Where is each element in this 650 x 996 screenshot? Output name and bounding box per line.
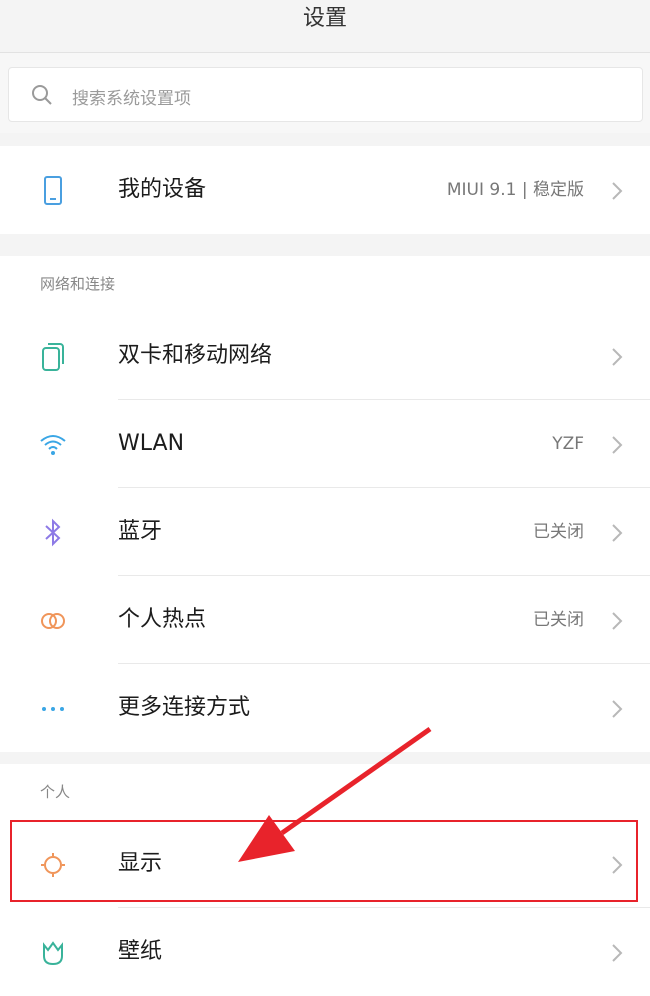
bluetooth-item[interactable]: 蓝牙 已关闭 bbox=[0, 488, 650, 576]
hotspot-icon bbox=[41, 613, 65, 629]
personal-section: 个人 显示 壁纸 bbox=[0, 764, 650, 996]
wlan-value: YZF bbox=[552, 434, 584, 454]
chevron-right-icon bbox=[612, 944, 623, 962]
display-brightness-icon bbox=[41, 853, 65, 877]
display-label: 显示 bbox=[118, 851, 163, 876]
wallpaper-label: 壁纸 bbox=[118, 939, 163, 964]
search-icon bbox=[32, 85, 52, 105]
page-title: 设置 bbox=[0, 0, 650, 53]
wlan-item[interactable]: WLAN YZF bbox=[0, 400, 650, 488]
display-item[interactable]: 显示 bbox=[0, 820, 650, 908]
phone-icon bbox=[44, 176, 62, 205]
more-dots-icon bbox=[42, 707, 64, 711]
chevron-right-icon bbox=[612, 612, 623, 630]
wallpaper-item[interactable]: 壁纸 bbox=[0, 908, 650, 996]
chevron-right-icon bbox=[612, 700, 623, 718]
wifi-icon bbox=[40, 435, 66, 455]
personal-section-title: 个人 bbox=[40, 783, 71, 801]
sim-network-label: 双卡和移动网络 bbox=[118, 343, 273, 368]
chevron-right-icon bbox=[612, 524, 623, 542]
chevron-right-icon bbox=[612, 856, 623, 874]
more-connections-item[interactable]: 更多连接方式 bbox=[0, 664, 650, 752]
my-device-value: MIUI 9.1 | 稳定版 bbox=[446, 180, 584, 200]
hotspot-item[interactable]: 个人热点 已关闭 bbox=[0, 576, 650, 664]
bluetooth-value: 已关闭 bbox=[533, 522, 584, 542]
my-device-item[interactable]: 我的设备 MIUI 9.1 | 稳定版 bbox=[0, 146, 650, 234]
chevron-right-icon bbox=[612, 348, 623, 366]
device-section: 我的设备 MIUI 9.1 | 稳定版 bbox=[0, 146, 650, 234]
chevron-right-icon bbox=[612, 182, 623, 200]
network-section-title: 网络和连接 bbox=[40, 275, 116, 293]
search-placeholder: 搜索系统设置项 bbox=[72, 89, 191, 109]
more-connections-label: 更多连接方式 bbox=[118, 695, 251, 720]
hotspot-label: 个人热点 bbox=[118, 607, 207, 632]
wallpaper-icon bbox=[43, 941, 63, 966]
wlan-label: WLAN bbox=[118, 431, 185, 456]
bluetooth-icon bbox=[45, 518, 61, 547]
chevron-right-icon bbox=[612, 436, 623, 454]
bluetooth-label: 蓝牙 bbox=[118, 519, 163, 544]
sim-network-item[interactable]: 双卡和移动网络 bbox=[0, 312, 650, 400]
sim-card-icon bbox=[42, 343, 64, 371]
search-input[interactable]: 搜索系统设置项 bbox=[8, 67, 643, 122]
hotspot-value: 已关闭 bbox=[533, 610, 584, 630]
my-device-label: 我的设备 bbox=[118, 177, 207, 202]
network-section: 网络和连接 双卡和移动网络 WLAN YZF 蓝牙 已关闭 个人热点 已关闭 更… bbox=[0, 256, 650, 752]
search-area: 搜索系统设置项 bbox=[0, 53, 650, 133]
